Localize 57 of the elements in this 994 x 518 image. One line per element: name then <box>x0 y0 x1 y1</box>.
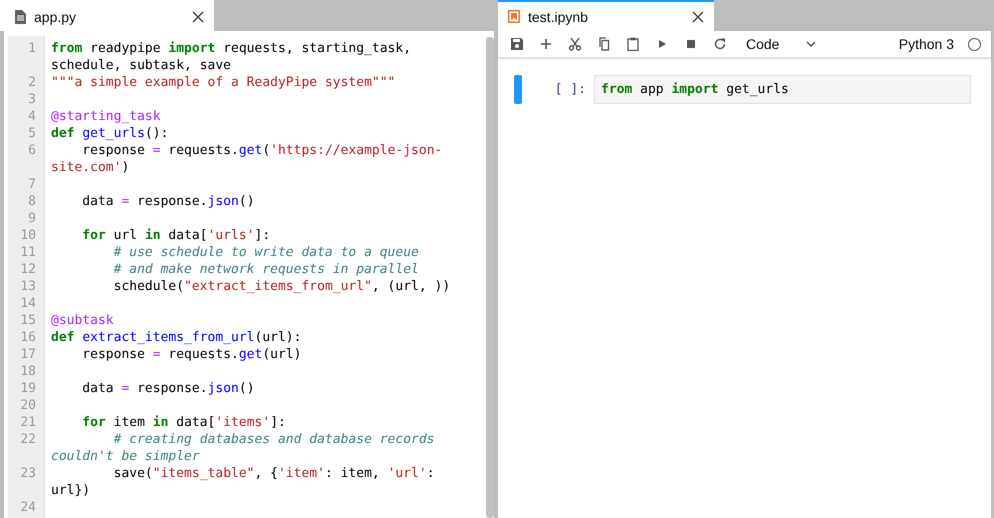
line-number: 17 <box>19 346 37 363</box>
code-line: url}) <box>51 482 92 499</box>
line-number: 12 <box>19 261 37 278</box>
code-line: for url in data['urls']: <box>81 227 272 244</box>
code-line: schedule("extract_items_from_url", (url, )) <box>112 278 452 295</box>
code-line: # and make network requests in parallel <box>112 261 420 278</box>
code-line: @starting_task <box>51 108 162 125</box>
line-number: 2 <box>27 74 37 91</box>
code-line: """a simple example of a ReadyPipe system""" <box>51 74 396 91</box>
line-number: 15 <box>19 312 37 329</box>
line-number: 8 <box>27 193 37 210</box>
code-line: for item in data['items']: <box>81 414 287 431</box>
line-number: 22 <box>19 431 37 448</box>
line-number: 9 <box>27 210 37 227</box>
kernel-name[interactable]: Python 3 <box>898 36 954 52</box>
code-line: from readypipe import requests, starting_task, <box>51 40 412 57</box>
notebook-icon <box>508 10 520 23</box>
line-number: 4 <box>27 108 37 125</box>
line-number: 1 <box>27 40 37 57</box>
cell-prompt: [ ]: <box>554 82 587 97</box>
code-line: def get_urls(): <box>51 125 170 142</box>
code-line: # use schedule to write data to a queue <box>112 244 420 261</box>
scrollbar[interactable] <box>486 37 494 518</box>
editor-tab[interactable]: app.py <box>0 0 214 31</box>
cell-type-dropdown[interactable]: Code <box>742 36 820 52</box>
code-line: def extract_items_from_url(url): <box>51 329 302 346</box>
code-line: site.com') <box>51 159 130 176</box>
line-number: 3 <box>27 91 37 108</box>
close-icon[interactable] <box>192 10 204 22</box>
code-cell[interactable]: from app import get_urls <box>594 75 971 104</box>
line-number: 7 <box>27 176 37 193</box>
line-number: 13 <box>19 278 37 295</box>
line-number: 14 <box>19 295 37 312</box>
line-number: 6 <box>27 142 37 159</box>
code-line: save("items_table", {'item': item, 'url': <box>112 465 436 482</box>
code-line: data = response.json() <box>81 380 256 397</box>
line-number: 20 <box>19 397 37 414</box>
line-number: 19 <box>19 380 37 397</box>
line-number: 16 <box>19 329 37 346</box>
code-line: @subtask <box>51 312 115 329</box>
file-icon <box>14 10 26 24</box>
editor-tab[interactable]: test.ipynb <box>498 0 714 31</box>
code-line: couldn't be simpler <box>51 448 201 465</box>
line-number: 24 <box>19 499 37 516</box>
code-line: response = requests.get(url) <box>81 346 302 363</box>
code-line: response = requests.get('https://example-json- <box>81 142 444 159</box>
close-icon[interactable] <box>692 10 704 22</box>
line-number: 11 <box>19 244 37 261</box>
line-number: 10 <box>19 227 37 244</box>
line-number: 23 <box>19 465 37 482</box>
line-number: 5 <box>27 125 37 142</box>
code-line: # creating databases and database records <box>112 431 436 448</box>
code-line: schedule, subtask, save <box>51 57 232 74</box>
chevron-icon <box>806 41 816 47</box>
line-number: 18 <box>19 363 37 380</box>
line-number: 21 <box>19 414 37 431</box>
code-line: data = response.json() <box>81 193 256 210</box>
